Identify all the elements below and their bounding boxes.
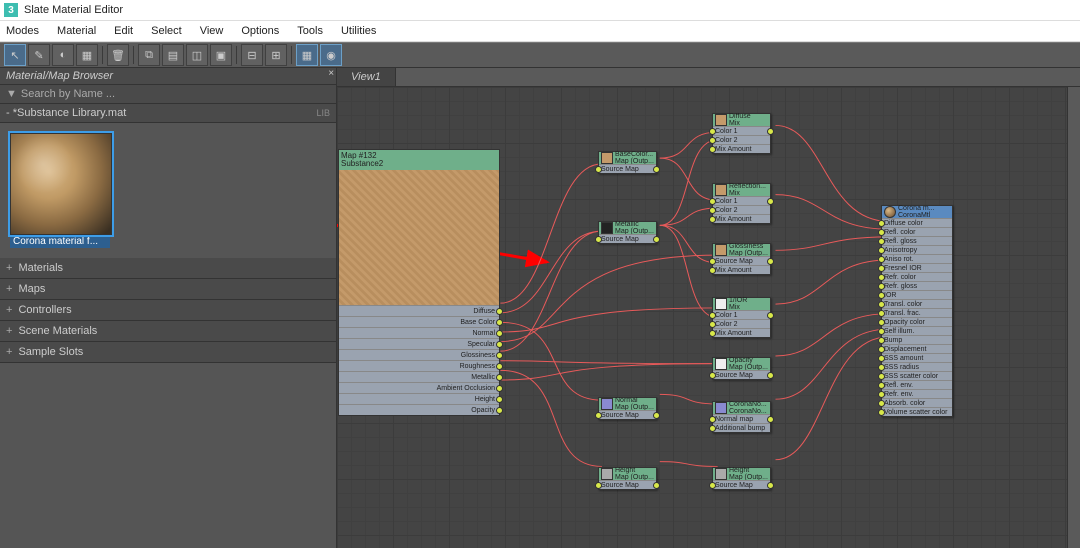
tool-hide-icon[interactable]: ⊟ [241,44,263,66]
menu-edit[interactable]: Edit [114,25,133,37]
menu-modes[interactable]: Modes [6,25,39,37]
view-tabbar: View1 [337,68,1080,87]
node-canvas[interactable]: Map #132Substance2 Diffuse Base Color No… [337,87,1080,548]
menu-view[interactable]: View [200,25,224,37]
tool-move-children-icon[interactable]: ⧉ [138,44,160,66]
menubar: Modes Material Edit Select View Options … [0,21,1080,42]
node-substance[interactable]: Map #132Substance2 Diffuse Base Color No… [338,149,500,416]
material-preview-sphere[interactable] [10,133,112,235]
material-browser: Material/Map Browser × ▼ Search by Name … [0,68,337,548]
tree-sample-slots[interactable]: +Sample Slots [0,342,336,363]
expand-icon: - [6,107,13,119]
tool-show-icon[interactable]: ▦ [76,44,98,66]
node-reflection[interactable]: Reflection...Mix Color 1 Color 2 Mix Amo… [712,183,771,224]
app-icon: 3 [4,3,18,17]
tool-show2-icon[interactable]: ⊞ [265,44,287,66]
search-row[interactable]: ▼ Search by Name ... [0,85,336,104]
node-normal[interactable]: NormalMap (Outp... Source Map [598,397,657,420]
toolbar-sep [236,46,237,64]
browser-title: Material/Map Browser [6,70,113,82]
node-corona-mtl[interactable]: Corona m...CoronaMtl Diffuse color Refl.… [881,205,953,417]
close-icon[interactable]: × [328,68,334,79]
tool-layout-all-icon[interactable]: ▤ [162,44,184,66]
node-preview [339,170,499,305]
menu-utilities[interactable]: Utilities [341,25,376,37]
toolbar-sep [133,46,134,64]
menu-material[interactable]: Material [57,25,96,37]
node-subtitle: Substance2 [341,160,497,168]
toolbar: ↖ ✎ ◐ ▦ 🗑 ⧉ ▤ ◫ ▣ ⊟ ⊞ ▦ ◉ [0,42,1080,68]
tree-controllers[interactable]: +Controllers [0,300,336,321]
library-tag: LIB [316,108,330,118]
node-basecolor[interactable]: BaseColor...Map (Outp... Source Map [598,151,657,174]
node-metallic[interactable]: MetallicMap (Outp... Source Map [598,221,657,244]
dropdown-icon[interactable]: ▼ [6,88,17,100]
scrollbar-thumb[interactable] [1068,267,1079,309]
search-input[interactable]: Search by Name ... [21,88,115,100]
library-name: *Substance Library.mat [13,107,127,119]
tree-scene-materials[interactable]: +Scene Materials [0,321,336,342]
node-opacity[interactable]: OpacityMap (Outp... Source Map [712,357,771,380]
tool-picker-icon[interactable]: ✎ [28,44,50,66]
browser-header: Material/Map Browser × [0,68,336,85]
menu-select[interactable]: Select [151,25,182,37]
toolbar-sep [291,46,292,64]
tool-delete-icon[interactable]: 🗑 [107,44,129,66]
node-height2[interactable]: HeightMap (Outp... Source Map [712,467,771,490]
tree-materials[interactable]: +Materials [0,258,336,279]
material-label: Corona material f... [10,235,110,248]
material-thumb[interactable]: Corona material f... [10,133,110,248]
menu-tools[interactable]: Tools [297,25,323,37]
node-diffuse[interactable]: DiffuseMix Color 1 Color 2 Mix Amount [712,113,771,154]
tool-select-icon[interactable]: ↖ [4,44,26,66]
menu-options[interactable]: Options [241,25,279,37]
tool-assign-icon[interactable]: ◐ [52,44,74,66]
toolbar-sep [102,46,103,64]
node-glossiness[interactable]: GlossinessMap (Outp... Source Map Mix Am… [712,243,771,275]
node-ior[interactable]: 1/IORMix Color 1 Color 2 Mix Amount [712,297,771,338]
library-header[interactable]: - *Substance Library.mat LIB [0,104,336,123]
tree-maps[interactable]: +Maps [0,279,336,300]
node-height[interactable]: HeightMap (Outp... Source Map [598,467,657,490]
titlebar: 3 Slate Material Editor [0,0,1080,21]
window-title: Slate Material Editor [24,4,123,16]
tool-grid-icon[interactable]: ▦ [296,44,318,66]
tool-box-icon[interactable]: ▣ [210,44,232,66]
node-coronano[interactable]: CoronaNo...CoronaNo... Normal map Additi… [712,401,771,433]
tab-view1[interactable]: View1 [337,68,396,86]
tool-toggle-icon[interactable]: ◫ [186,44,208,66]
tool-render-icon[interactable]: ◉ [320,44,342,66]
